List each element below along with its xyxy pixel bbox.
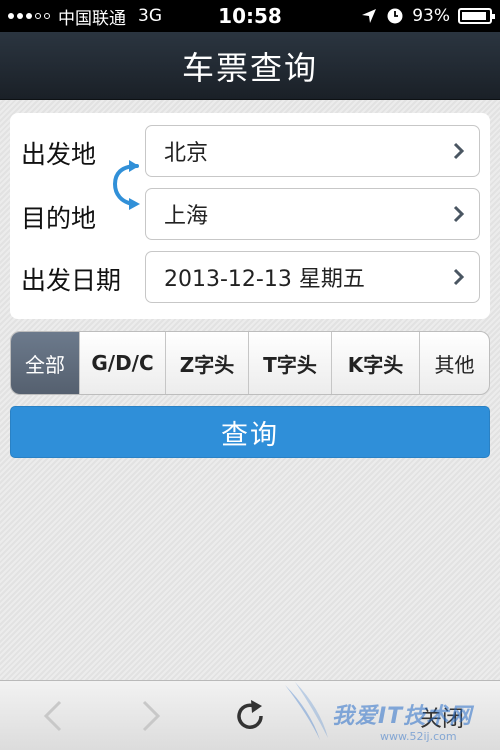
to-station-field[interactable]: 上海 [145, 188, 480, 240]
network-type: 3G [138, 6, 162, 26]
close-button[interactable]: 关闭 [420, 701, 464, 733]
forward-arrow-icon[interactable] [132, 698, 168, 734]
back-arrow-icon[interactable] [36, 698, 72, 734]
from-station-field[interactable]: 北京 [145, 125, 480, 177]
filter-gdc[interactable]: G/D/C [79, 332, 165, 394]
departure-date-value: 2013-12-13 星期五 [164, 267, 365, 292]
filter-z[interactable]: Z字头 [165, 332, 248, 394]
status-bar: 中国联通 3G 10:58 93% [0, 0, 500, 32]
swap-stations-icon[interactable] [107, 158, 143, 214]
from-label: 出发地 [21, 140, 97, 169]
filter-k[interactable]: K字头 [331, 332, 419, 394]
alarm-clock-icon [387, 8, 403, 24]
chevron-right-icon [449, 141, 469, 161]
filter-other[interactable]: 其他 [419, 332, 489, 394]
carrier-name: 中国联通 [58, 8, 126, 29]
departure-date-field[interactable]: 2013-12-13 星期五 [145, 251, 480, 303]
browser-toolbar: 关闭 [0, 680, 500, 750]
status-right: 93% [360, 6, 495, 26]
to-station-value: 上海 [164, 204, 209, 229]
route-form: 出发地 目的地 出发日期 北京 上海 2013-12-13 星期五 [10, 113, 490, 319]
signal-strength-icon [8, 13, 50, 19]
page-title: 车票查询 [181, 48, 318, 87]
battery-percent: 93% [412, 6, 450, 26]
battery-icon [458, 8, 495, 24]
location-arrow-icon [362, 9, 377, 23]
filter-t[interactable]: T字头 [248, 332, 331, 394]
refresh-icon[interactable] [232, 698, 268, 734]
train-type-filter: 全部 G/D/C Z字头 T字头 K字头 其他 [10, 331, 490, 395]
title-bar: 车票查询 [0, 32, 500, 100]
filter-all[interactable]: 全部 [11, 332, 79, 394]
date-label: 出发日期 [21, 266, 122, 295]
from-station-value: 北京 [164, 141, 209, 166]
chevron-right-icon [449, 204, 469, 224]
query-button[interactable]: 查询 [10, 406, 490, 458]
chevron-right-icon [449, 267, 469, 287]
to-label: 目的地 [21, 204, 97, 233]
